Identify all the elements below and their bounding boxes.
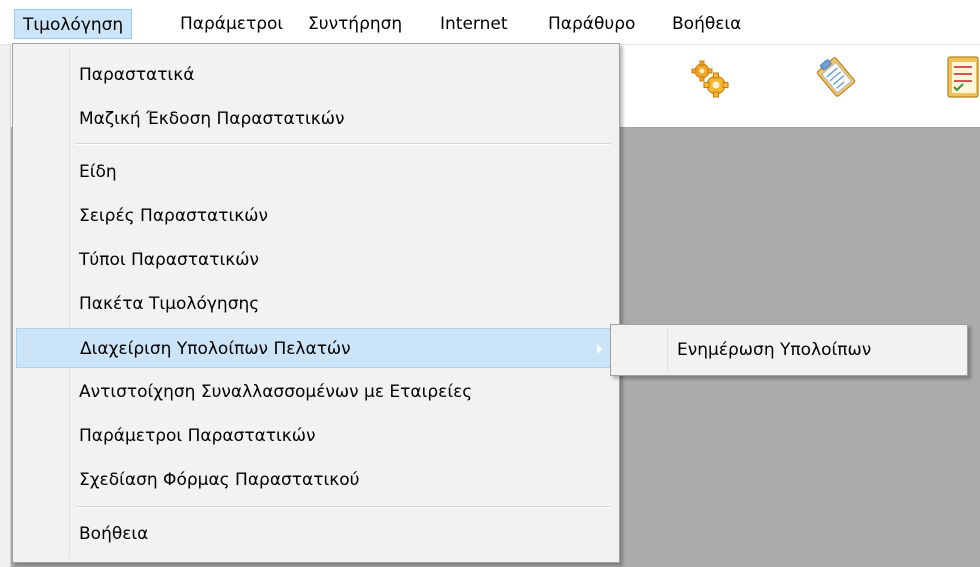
- menu-item-invoicing-packages[interactable]: Πακέτα Τιμολόγησης: [16, 284, 614, 324]
- menu-window[interactable]: Παράθυρο: [540, 9, 643, 39]
- menu-item-label: Πακέτα Τιμολόγησης: [79, 294, 260, 314]
- menu-separator: [75, 143, 611, 145]
- menu-item-label: Είδη: [79, 162, 117, 182]
- gears-icon[interactable]: [688, 57, 732, 101]
- menu-item-label: Σχεδίαση Φόρμας Παραστατικού: [79, 470, 360, 490]
- menu-item-label: Παραστατικά: [79, 65, 195, 85]
- menu-item-document-parameters[interactable]: Παράμετροι Παραστατικών: [16, 416, 614, 456]
- menu-item-document-series[interactable]: Σειρές Παραστατικών: [16, 196, 614, 236]
- clipboard-icon[interactable]: [814, 55, 858, 99]
- menu-item-document-types[interactable]: Τύποι Παραστατικών: [16, 240, 614, 280]
- menu-item-label: Τύποι Παραστατικών: [79, 250, 259, 270]
- checklist-icon[interactable]: [944, 55, 980, 99]
- menu-item-items[interactable]: Είδη: [16, 152, 614, 192]
- menu-item-help[interactable]: Βοήθεια: [16, 514, 614, 554]
- submenu-item-label: Ενημέρωση Υπολοίπων: [677, 340, 872, 360]
- menu-item-label: Αντιστοίχηση Συναλλασσομένων με Εταιρείε…: [79, 382, 473, 402]
- menu-item-customer-balances[interactable]: Διαχείριση Υπολοίπων Πελατών: [16, 328, 614, 368]
- menu-maintenance[interactable]: Συντήρηση: [300, 9, 410, 39]
- application-window: Τιμολόγηση Παράμετροι Συντήρηση Internet…: [0, 0, 980, 567]
- menu-item-match-counterparties[interactable]: Αντιστοίχηση Συναλλασσομένων με Εταιρείε…: [16, 372, 614, 412]
- menu-item-documents[interactable]: Παραστατικά: [16, 55, 614, 95]
- window-left-edge: [0, 45, 11, 567]
- submenu-arrow-icon: [597, 344, 602, 354]
- menu-invoicing[interactable]: Τιμολόγηση: [14, 9, 133, 39]
- customer-balances-submenu: Ενημέρωση Υπολοίπων: [610, 324, 968, 376]
- menu-item-bulk-issue-documents[interactable]: Μαζική Έκδοση Παραστατικών: [16, 99, 614, 139]
- invoicing-dropdown-menu: Παραστατικά Μαζική Έκδοση Παραστατικών Ε…: [12, 43, 620, 563]
- menu-item-document-form-design[interactable]: Σχεδίαση Φόρμας Παραστατικού: [16, 460, 614, 500]
- menu-parameters[interactable]: Παράμετροι: [172, 9, 291, 39]
- menu-help[interactable]: Βοήθεια: [664, 9, 749, 39]
- menu-bar: Τιμολόγηση Παράμετροι Συντήρηση Internet…: [0, 0, 980, 45]
- submenu-item-update-balances[interactable]: Ενημέρωση Υπολοίπων: [614, 330, 964, 370]
- menu-separator: [75, 506, 611, 508]
- menu-item-label: Μαζική Έκδοση Παραστατικών: [79, 109, 345, 129]
- menu-item-label: Σειρές Παραστατικών: [79, 206, 268, 226]
- menu-item-label: Βοήθεια: [79, 524, 149, 544]
- menu-internet[interactable]: Internet: [432, 9, 516, 39]
- menu-item-label: Παράμετροι Παραστατικών: [79, 426, 316, 446]
- menu-item-label: Διαχείριση Υπολοίπων Πελατών: [80, 339, 351, 359]
